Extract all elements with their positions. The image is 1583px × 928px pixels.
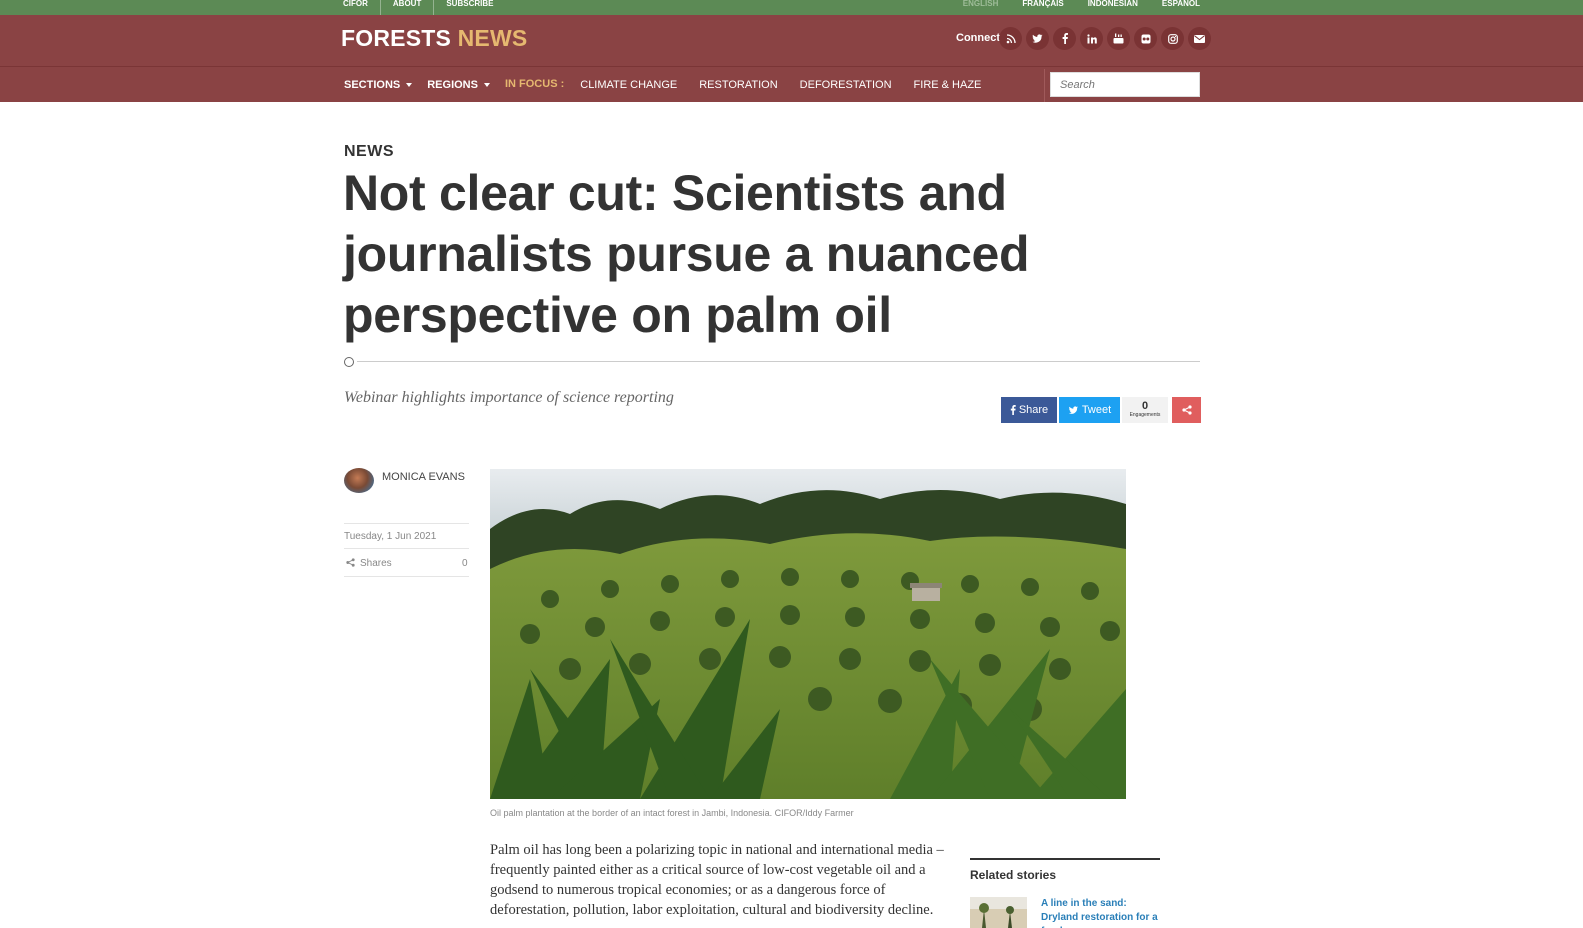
twitter-tweet-label: Tweet: [1081, 404, 1112, 416]
engagements-count: 0: [1141, 400, 1149, 412]
nav-sections-label: SECTIONS: [344, 78, 401, 91]
about-link[interactable]: ABOUT: [381, 0, 435, 15]
nav-topic-climate-change[interactable]: CLIMATE CHANGE: [580, 79, 677, 91]
related-stories-heading: Related stories: [970, 868, 1057, 882]
in-focus-label: IN FOCUS :: [504, 77, 565, 90]
language-switcher: ENGLISH FRANÇAIS INDONESIAN ESPAÑOL: [963, 0, 1200, 8]
site-logo[interactable]: FORESTS NEWS: [341, 25, 527, 52]
image-caption: Oil palm plantation at the border of an …: [490, 808, 854, 818]
nav-divider: [1044, 69, 1045, 102]
related-story-thumbnail[interactable]: [970, 897, 1027, 928]
meta-divider: [344, 576, 469, 577]
facebook-share-label: Share: [1018, 404, 1049, 416]
more-share-button[interactable]: [1172, 397, 1201, 423]
language-espanol[interactable]: ESPAÑOL: [1162, 0, 1200, 8]
search-input[interactable]: [1050, 72, 1200, 97]
logo-forests: FORESTS: [341, 25, 452, 51]
subscribe-link[interactable]: SUBSCRIBE: [434, 0, 505, 15]
language-indonesian[interactable]: INDONESIAN: [1088, 0, 1138, 8]
article-category[interactable]: NEWS: [344, 143, 394, 161]
meta-divider: [344, 548, 469, 549]
shares-label: Shares: [360, 558, 392, 569]
main-navigation: SECTIONS REGIONS IN FOCUS : CLIMATE CHAN…: [0, 67, 1583, 102]
nav-topic-deforestation[interactable]: DEFORESTATION: [800, 79, 892, 91]
logo-news: NEWS: [457, 25, 528, 51]
rss-icon[interactable]: [999, 27, 1022, 50]
connect-label: Connect:: [956, 32, 1004, 44]
title-divider: [357, 361, 1200, 362]
top-utility-bar: CIFOR ABOUT SUBSCRIBE ENGLISH FRANÇAIS I…: [0, 0, 1583, 15]
article-title: Not clear cut: Scientists and journalist…: [343, 165, 1030, 343]
title-rule-dot: [344, 357, 354, 367]
language-francais[interactable]: FRANÇAIS: [1022, 0, 1063, 8]
engagements-label: Engagements: [1129, 412, 1161, 418]
author-avatar[interactable]: [344, 468, 374, 493]
site-header: FORESTS NEWS Connect:: [0, 15, 1583, 67]
share-icon: [1181, 405, 1192, 415]
share-icon: [346, 558, 355, 570]
article-subtitle: Webinar highlights importance of science…: [344, 389, 674, 406]
facebook-icon[interactable]: [1053, 27, 1076, 50]
twitter-tweet-button[interactable]: Tweet: [1059, 397, 1120, 423]
related-divider: [970, 858, 1160, 860]
cifor-link[interactable]: CIFOR: [343, 0, 381, 15]
article-hero-image: [490, 469, 1126, 799]
chevron-down-icon: [483, 82, 490, 87]
publish-date: Tuesday, 1 Jun 2021: [344, 531, 437, 542]
facebook-icon: [1010, 405, 1016, 415]
author-name[interactable]: MONICA EVANS: [382, 471, 465, 483]
utility-links: CIFOR ABOUT SUBSCRIBE: [343, 0, 505, 15]
instagram-icon[interactable]: [1161, 27, 1184, 50]
chevron-down-icon: [406, 82, 413, 87]
related-story-link[interactable]: A line in the sand: Dryland restoration …: [1041, 897, 1166, 928]
meta-divider: [344, 523, 469, 524]
shares-count: 0: [462, 558, 468, 569]
social-links: [999, 27, 1211, 50]
linkedin-icon[interactable]: [1080, 27, 1103, 50]
nav-topic-fire-haze[interactable]: FIRE & HAZE: [914, 79, 982, 91]
nav-regions-dropdown[interactable]: REGIONS: [427, 79, 490, 91]
twitter-icon[interactable]: [1026, 27, 1049, 50]
nav-items: SECTIONS REGIONS IN FOCUS : CLIMATE CHAN…: [344, 67, 1003, 102]
email-icon[interactable]: [1188, 27, 1211, 50]
nav-sections-dropdown[interactable]: SECTIONS: [344, 78, 413, 91]
article-body-paragraph: Palm oil has long been a polarizing topi…: [490, 842, 944, 918]
twitter-icon: [1068, 405, 1078, 414]
youtube-icon[interactable]: [1107, 27, 1130, 50]
facebook-share-button[interactable]: Share: [1001, 397, 1057, 423]
flickr-icon[interactable]: [1134, 27, 1157, 50]
nav-topic-restoration[interactable]: RESTORATION: [699, 79, 777, 91]
share-bar: Share Tweet 0 Engagements: [1001, 397, 1201, 423]
language-english[interactable]: ENGLISH: [963, 0, 999, 8]
nav-regions-label: REGIONS: [427, 78, 478, 91]
engagements-counter: 0 Engagements: [1122, 397, 1168, 423]
